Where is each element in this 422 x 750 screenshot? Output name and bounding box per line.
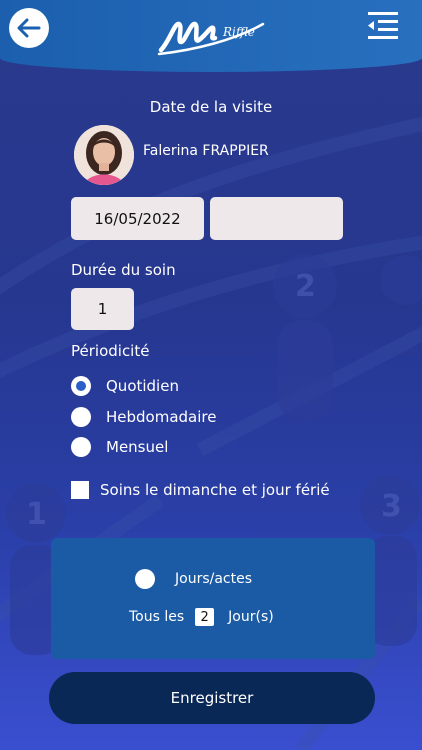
sunday-holiday-checkbox[interactable] xyxy=(71,481,89,499)
arrow-left-icon xyxy=(17,18,41,38)
every-days-input[interactable]: 2 xyxy=(195,608,215,626)
periodicity-option-monthly[interactable]: Mensuel xyxy=(71,436,168,458)
sunday-holiday-option[interactable]: Soins le dimanche et jour férié xyxy=(71,481,330,499)
periodicity-option-weekly[interactable]: Hebdomadaire xyxy=(71,406,216,428)
svg-text:1: 1 xyxy=(26,497,47,532)
app-header: Riffle xyxy=(0,0,422,72)
periodicity-label: Périodicité xyxy=(71,342,150,360)
radio-label: Quotidien xyxy=(106,377,179,395)
every-n-days-row: Tous les 2 Jour(s) xyxy=(129,608,274,626)
visit-time-input[interactable] xyxy=(210,197,343,240)
periodicity-option-daily[interactable]: Quotidien xyxy=(71,375,179,397)
care-duration-label: Durée du soin xyxy=(71,261,176,279)
radio-unselected[interactable] xyxy=(135,569,155,589)
radio-selected[interactable] xyxy=(71,376,91,396)
radio-label: Hebdomadaire xyxy=(106,408,217,426)
back-button[interactable] xyxy=(9,8,49,48)
save-button[interactable]: Enregistrer xyxy=(49,672,375,724)
svg-text:3: 3 xyxy=(381,489,402,524)
jours-actes-option[interactable]: Jours/actes xyxy=(135,569,252,589)
logo: Riffle xyxy=(157,21,265,56)
every-label: Tous les xyxy=(129,609,185,625)
visit-date-input[interactable]: 16/05/2022 xyxy=(71,197,204,240)
svg-text:2: 2 xyxy=(295,269,316,304)
frequency-panel: Jours/actes Tous les 2 Jour(s) xyxy=(51,538,375,659)
menu-collapse-icon[interactable] xyxy=(366,10,400,42)
checkbox-label: Soins le dimanche et jour férié xyxy=(100,481,330,499)
care-duration-input[interactable]: 1 xyxy=(71,288,134,330)
radio-label: Jours/actes xyxy=(175,571,253,587)
patient-name: Falerina FRAPPIER xyxy=(143,143,269,159)
svg-text:Riffle: Riffle xyxy=(222,25,255,39)
days-unit-label: Jour(s) xyxy=(228,609,274,625)
radio-label: Mensuel xyxy=(106,438,169,456)
radio-unselected[interactable] xyxy=(71,407,91,427)
patient-avatar xyxy=(74,125,134,185)
radio-unselected[interactable] xyxy=(71,437,91,457)
visit-date-title: Date de la visite xyxy=(149,98,273,116)
